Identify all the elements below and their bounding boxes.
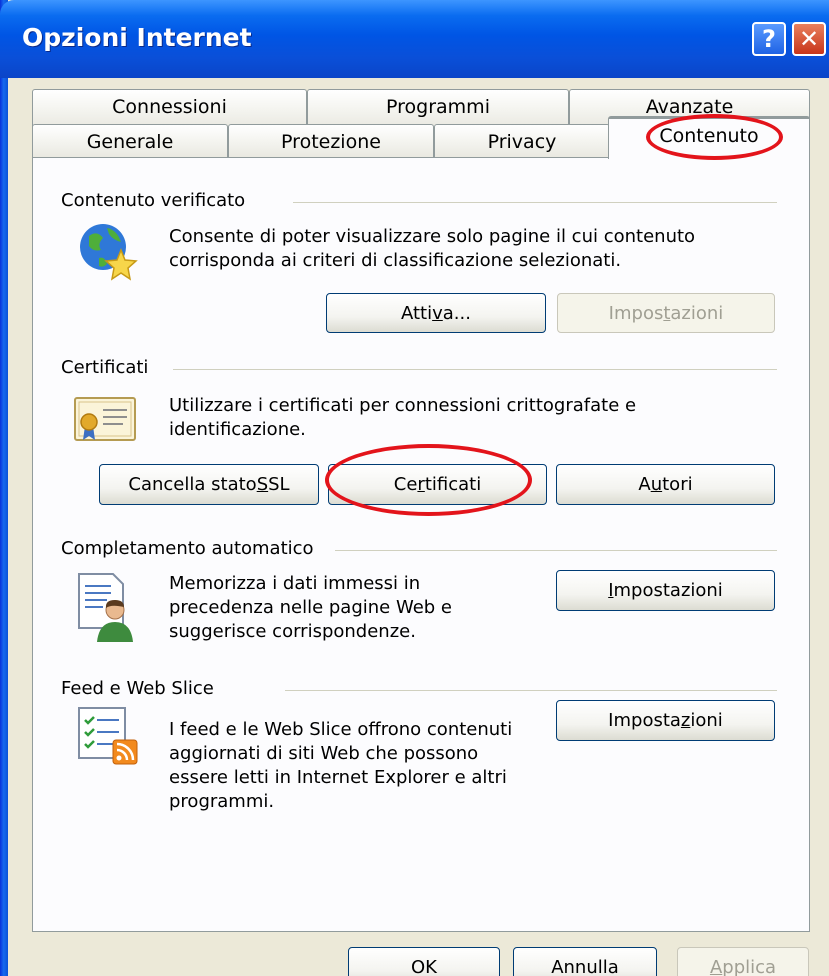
description-line: precedenza nelle pagine Web e [169,597,452,618]
description-line: identificazione. [169,419,306,440]
close-button[interactable]: ✕ [792,22,826,56]
description-line: corrisponda ai criteri di classificazion… [169,250,622,271]
enable-button[interactable]: Atti v a... [326,293,546,333]
label-part: SL [268,474,290,495]
tab-label: Protezione [281,131,381,153]
globe-star-icon [80,224,138,281]
help-button[interactable]: ? [752,22,786,56]
section-divider [293,202,777,203]
label-part: Cancella stato [128,474,257,495]
label-mnemonic: S [256,474,269,495]
section-divider [173,369,777,370]
label-mnemonic: A [709,956,723,976]
tab-generale[interactable]: Generale [32,124,228,158]
tab-connessioni[interactable]: Connessioni [32,89,307,129]
section-title-verified: Contenuto verificato [61,190,246,211]
internet-options-window: Opzioni Internet ? ✕ Connessioni Program… [0,0,829,976]
content-panel: Contenuto verificato Consente di poter v… [32,157,810,932]
description-line: aggiornati di siti Web che possono [169,743,479,764]
feed-list-icon [78,707,138,765]
section-divider [335,550,777,551]
close-icon: ✕ [798,25,820,53]
label-part: A [638,474,651,495]
tab-label: Contenuto [659,125,759,147]
tab-label: Generale [86,131,174,153]
label-part: mpostazioni [613,580,723,601]
tab-label: Avanzate [645,96,734,118]
cancel-label: Annulla [551,956,619,976]
label-part: pplica [722,956,777,976]
label-mnemonic: z [680,710,691,731]
ok-button[interactable]: OK [348,947,500,976]
title-bar[interactable]: Opzioni Internet ? ✕ [0,0,829,78]
label-part: Ce [393,474,418,495]
section-title-autocomplete: Completamento automatico [61,538,314,559]
window-title: Opzioni Internet [22,23,252,52]
ok-label: OK [411,956,437,976]
tab-label: Programmi [386,96,490,118]
tab-contenuto[interactable]: Contenuto [608,116,810,159]
label-part: Impos [608,302,664,324]
description-line: programmi. [169,791,275,812]
feeds-description: I feed e le Web Slice offrono contenuti … [169,718,512,814]
label-part: azioni [670,302,724,324]
description-line: Consente di poter visualizzare solo pagi… [169,226,696,247]
section-title-feeds: Feed e Web Slice [61,678,214,699]
label-part: ioni [690,710,723,731]
verified-description: Consente di poter visualizzare solo pagi… [169,225,695,273]
certificate-icon [74,397,136,441]
label-part: Imposta [608,710,681,731]
certificates-button[interactable]: Ce r tificati [328,464,547,505]
publishers-button[interactable]: Au tori [556,464,775,505]
help-icon: ? [762,25,776,53]
certificates-description: Utilizzare i certificati per connessioni… [169,394,636,442]
clear-ssl-state-button[interactable]: Cancella stato S SL [99,464,319,505]
tab-protezione[interactable]: Protezione [228,124,434,158]
cancel-button[interactable]: Annulla [513,947,657,976]
autocomplete-settings-button[interactable]: Impostazioni [556,570,775,611]
description-line: essere letti in Internet Explorer e altr… [169,767,507,788]
tab-programmi[interactable]: Programmi [307,89,569,129]
label-mnemonic: r [417,474,425,495]
autocomplete-description: Memorizza i dati immessi in precedenza n… [169,572,452,644]
description-line: Memorizza i dati immessi in [169,573,421,594]
verified-settings-button[interactable]: Impos t azioni [557,293,775,333]
description-line: suggerisce corrispondenze. [169,621,416,642]
label-part: tificati [424,474,482,495]
feeds-settings-button[interactable]: Imposta z ioni [556,700,775,741]
tab-label: Privacy [487,131,557,153]
label-mnemonic: u [650,474,663,495]
section-divider [285,690,777,691]
user-form-icon [78,573,133,642]
label-mnemonic: v [432,302,443,324]
label-part: Atti [401,302,433,324]
label-mnemonic: t [663,302,671,324]
tab-label: Connessioni [112,96,227,118]
description-line: Utilizzare i certificati per connessioni… [169,395,637,416]
label-part: a... [442,302,471,324]
label-part: tori [662,474,693,495]
tab-privacy[interactable]: Privacy [434,124,610,158]
description-line: I feed e le Web Slice offrono contenuti [169,719,513,740]
section-title-certificates: Certificati [61,357,149,378]
apply-button[interactable]: Applica [677,947,809,976]
